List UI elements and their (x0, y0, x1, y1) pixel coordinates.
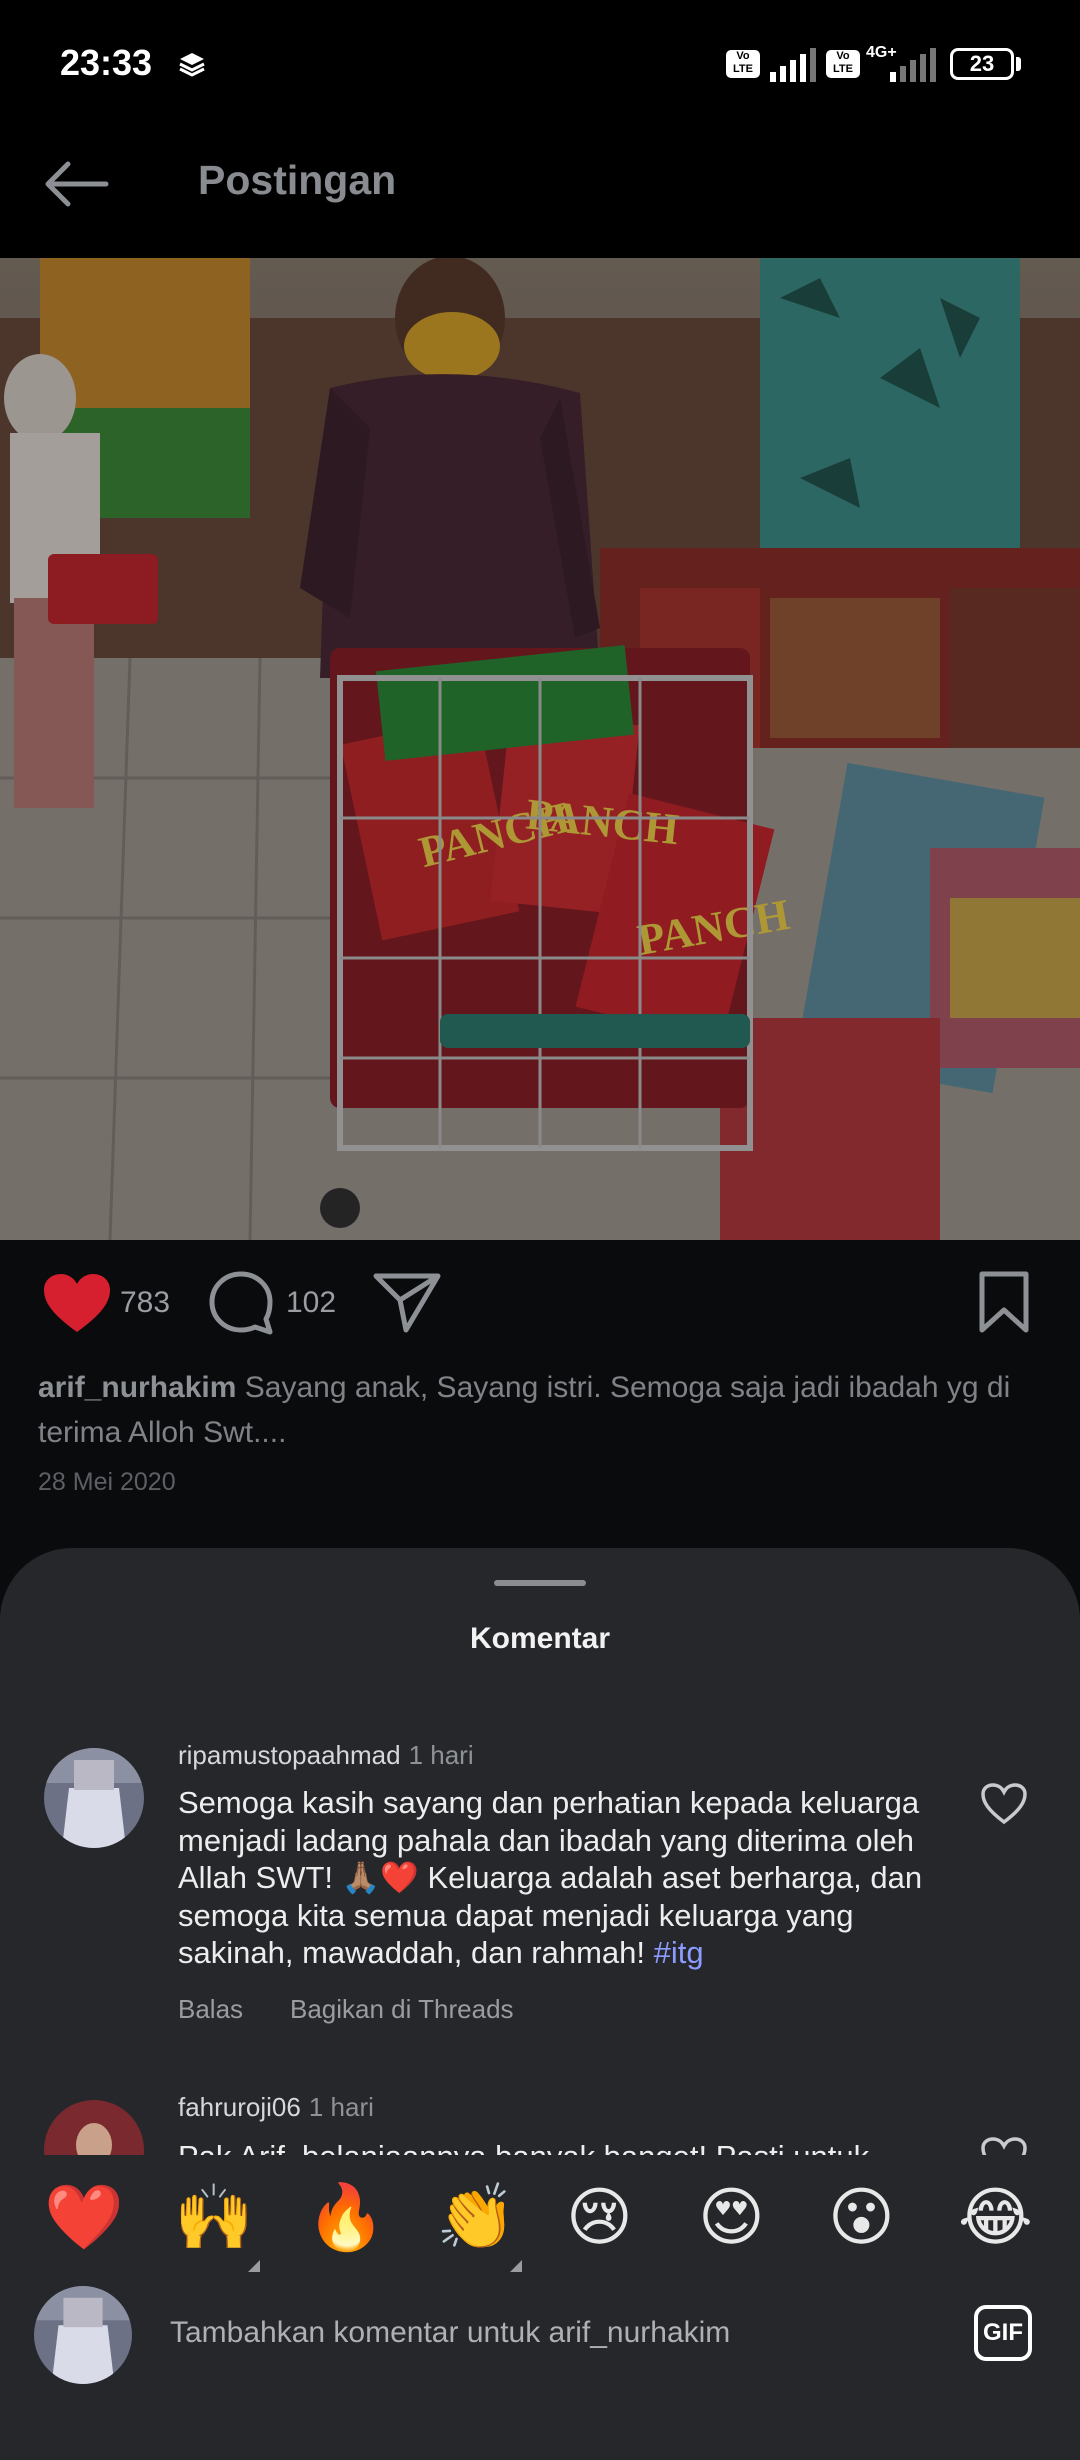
heart-icon[interactable] (42, 1272, 112, 1334)
send-icon[interactable] (372, 1270, 442, 1334)
hashtag-link[interactable]: #itg (654, 1935, 704, 1970)
gif-button[interactable]: GIF (974, 2305, 1032, 2361)
reaction-crying-emoji[interactable]: 😢 (566, 2180, 633, 2256)
post-date: 28 Mei 2020 (38, 1468, 176, 1496)
bookmark-icon[interactable] (976, 1270, 1032, 1334)
reaction-bar (0, 2155, 1080, 2460)
skin-tone-indicator (248, 2260, 260, 2272)
reaction-fire-emoji[interactable]: 🔥 (306, 2180, 386, 2256)
signal-icon (770, 48, 816, 82)
comments-count[interactable]: 102 (286, 1286, 336, 1320)
heart-outline-icon[interactable] (980, 1782, 1028, 1826)
volte-badge: Vo LTE (826, 50, 860, 78)
reaction-clap-emoji[interactable]: 👏 (436, 2180, 516, 2256)
status-time: 23:33 (60, 42, 153, 83)
page-title: Postingan (198, 157, 397, 203)
reaction-laughing-emoji[interactable]: 😂 (958, 2180, 1033, 2256)
comment-username[interactable]: fahruroji06 1 hari (178, 2092, 374, 2123)
reaction-heart-emoji[interactable]: ❤️ (44, 2180, 124, 2256)
volte-badge: Vo LTE (726, 50, 760, 78)
caption-username[interactable]: arif_nurhakim (38, 1371, 236, 1404)
drag-handle[interactable] (494, 1580, 586, 1586)
avatar[interactable] (44, 1748, 144, 1848)
layers-icon (179, 53, 205, 77)
battery-icon: 23 (950, 48, 1014, 80)
comment-text: Semoga kasih sayang dan perhatian kepada… (178, 1785, 923, 1970)
skin-tone-indicator (510, 2260, 522, 2272)
reply-button[interactable]: Balas (178, 1994, 243, 2025)
comment-username[interactable]: ripamustopaahmad 1 hari (178, 1740, 474, 1771)
reaction-heart-eyes-emoji[interactable]: 😍 (698, 2180, 765, 2256)
comment-time: 1 hari (408, 1740, 474, 1770)
share-threads-button[interactable]: Bagikan di Threads (290, 1994, 514, 2025)
reaction-raised-hands-emoji[interactable]: 🙌 (174, 2180, 254, 2256)
likes-count[interactable]: 783 (120, 1286, 170, 1320)
app-bar (0, 130, 1080, 258)
sheet-title: Komentar (469, 1622, 611, 1655)
avatar (34, 2286, 132, 2384)
post-caption: arif_nurhakim Sayang anak, Sayang istri.… (38, 1365, 1038, 1455)
arrow-left-icon[interactable] (42, 158, 110, 210)
battery-tip (1016, 57, 1021, 71)
signal-group-1: Vo LTE (726, 46, 826, 82)
comment-time: 1 hari (308, 2092, 374, 2122)
post-image[interactable]: PANCH PANCH PANCH (0, 258, 1080, 1240)
reaction-surprised-emoji[interactable]: 😮 (828, 2180, 895, 2256)
comment-icon[interactable] (208, 1270, 274, 1336)
post-image-illustration: PANCH PANCH PANCH (0, 258, 1080, 1240)
network-type: 4G+ (866, 44, 897, 61)
comment-input[interactable]: Tambahkan komentar untuk arif_nurhakim (170, 2316, 730, 2350)
